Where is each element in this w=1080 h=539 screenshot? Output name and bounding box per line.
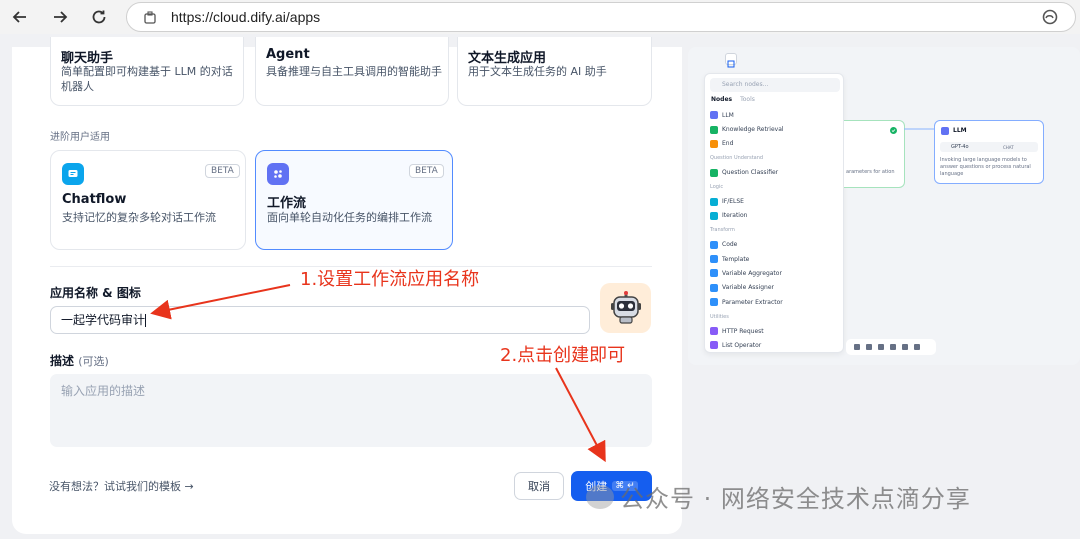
watermark-text: 公众号 · 网络安全技术点滴分享: [620, 485, 971, 513]
wechat-logo-icon: [586, 484, 614, 509]
step1-annotation: 1.设置工作流应用名称: [300, 269, 480, 290]
step2-annotation: 2.点击创建即可: [500, 345, 626, 366]
watermark: 公众号 · 网络安全技术点滴分享: [586, 479, 971, 514]
annotation-arrows: [150, 284, 606, 463]
